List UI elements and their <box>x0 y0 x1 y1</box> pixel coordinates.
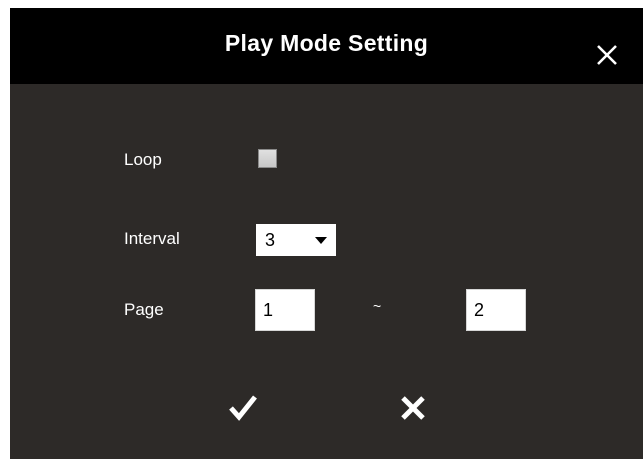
play-mode-dialog: Play Mode Setting Loop Interval 3 Page ~ <box>10 8 643 459</box>
cancel-icon[interactable] <box>399 394 427 422</box>
page-from-input[interactable] <box>255 289 315 331</box>
chevron-down-icon <box>315 237 327 244</box>
page-to-input[interactable] <box>466 289 526 331</box>
page-range-separator: ~ <box>373 298 382 314</box>
interval-select[interactable]: 3 <box>256 224 336 256</box>
title-bar: Play Mode Setting <box>10 8 643 84</box>
loop-label: Loop <box>124 150 162 169</box>
interval-selected-value: 3 <box>265 230 276 250</box>
close-icon[interactable] <box>592 40 622 70</box>
loop-checkbox[interactable] <box>258 149 277 168</box>
interval-label: Interval <box>124 229 180 248</box>
page-label: Page <box>124 300 164 319</box>
checkmark-icon[interactable] <box>227 393 259 423</box>
dialog-title: Play Mode Setting <box>224 30 429 56</box>
